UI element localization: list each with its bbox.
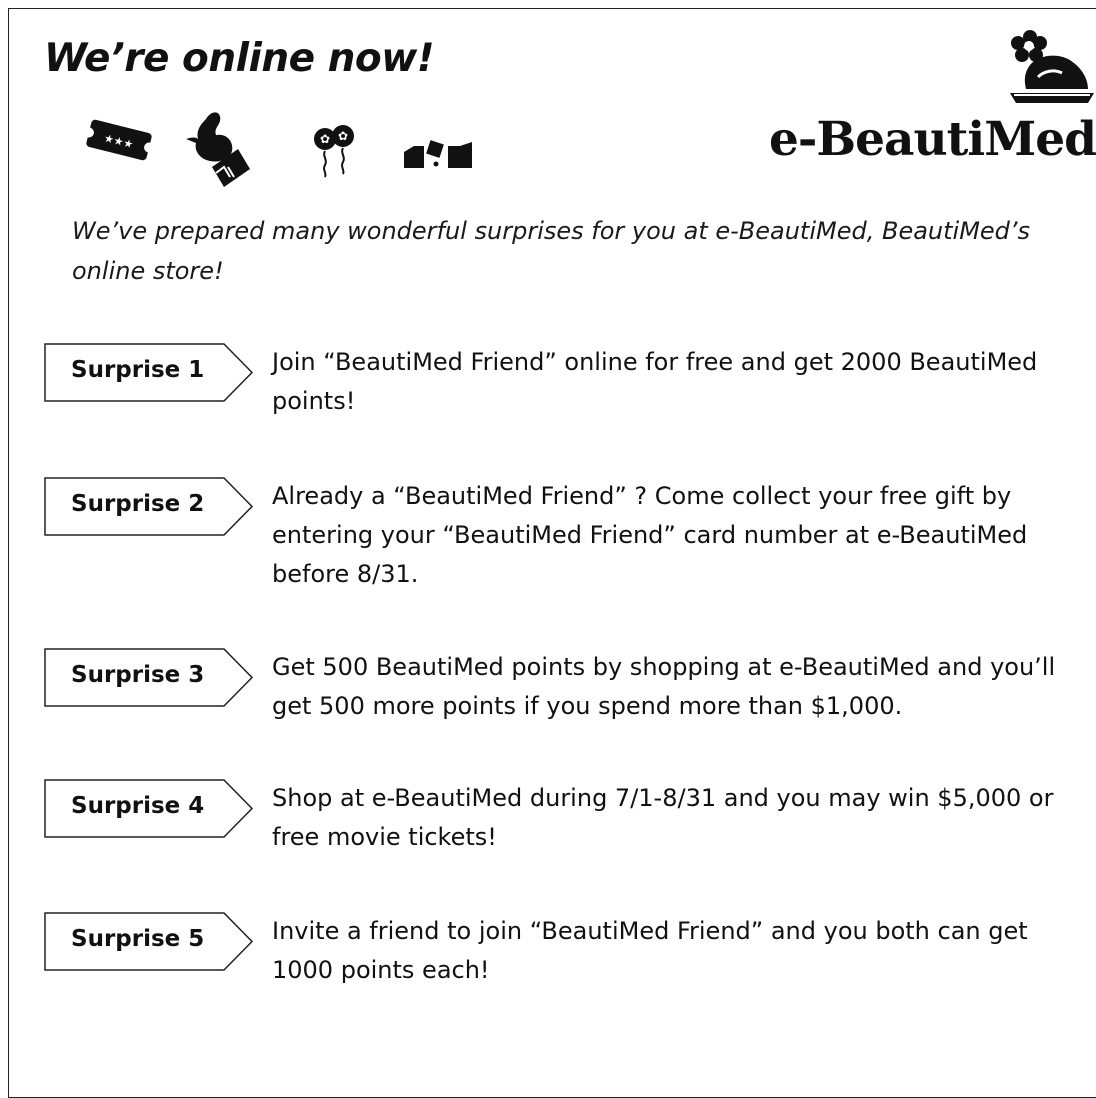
surprise-label: Surprise 4 [71,793,205,819]
bird-on-gift-icon [186,112,250,187]
surprise-text: Join “BeautiMed Friend” online for free … [272,348,1038,415]
svg-text:✿: ✿ [338,129,348,143]
surprise-tag: Surprise 4 [44,779,254,838]
intro-text: We’ve prepared many wonderful surprises … [72,217,1031,285]
surprise-label: Surprise 2 [71,491,205,517]
surprise-tag: Surprise 3 [44,648,254,707]
surprise-text: Get 500 BeautiMed points by shopping at … [272,653,1056,720]
logo-wordmark: e-BeautiMed [768,112,1096,167]
headline: We’re online now! [44,36,435,81]
surprise-tag: Surprise 2 [44,477,254,536]
surprise-tag: Surprise 1 [44,343,254,402]
svg-text:✿: ✿ [320,132,330,146]
ticket-icon: ★★★ [86,119,152,161]
balloons-icon: ✿ ✿ [314,125,354,178]
gift-boxes-icon [404,140,472,168]
surprise-tag: Surprise 5 [44,912,254,971]
surprise-text: Invite a friend to join “BeautiMed Frien… [272,917,1028,984]
surprise-label: Surprise 5 [71,926,205,952]
surprise-text: Already a “BeautiMed Friend” ? Come coll… [272,482,1028,588]
surprise-text: Shop at e-BeautiMed during 7/1-8/31 and … [272,784,1054,851]
flower-on-tray-icon [1010,30,1094,103]
surprise-label: Surprise 3 [71,662,205,688]
surprise-label: Surprise 1 [71,357,205,383]
